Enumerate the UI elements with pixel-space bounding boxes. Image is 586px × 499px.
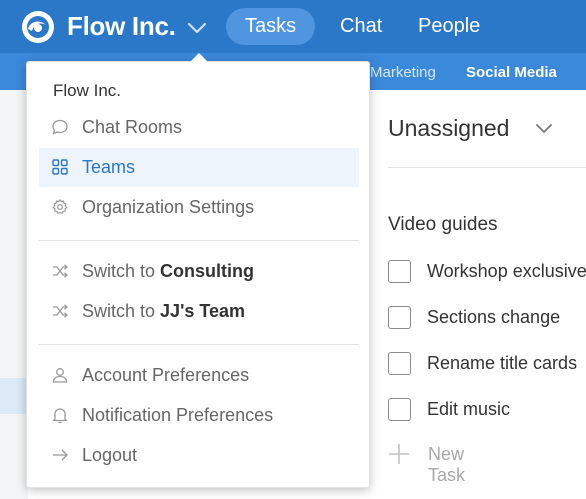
bell-icon: [52, 408, 68, 424]
task-checkbox[interactable]: [388, 260, 411, 283]
org-dropdown-menu: Flow Inc. Chat Rooms Teams Organization …: [26, 61, 370, 488]
chat-bubble-icon: [52, 119, 68, 135]
task-item[interactable]: Sections change: [388, 306, 586, 330]
shuffle-icon: [53, 304, 68, 318]
sidebar: [0, 90, 28, 499]
switch-target: JJ's Team: [160, 301, 246, 321]
tab-tasks[interactable]: Tasks: [226, 8, 316, 45]
task-item[interactable]: Edit music: [388, 398, 586, 422]
sidebar-selected-item[interactable]: [0, 378, 28, 414]
column-title[interactable]: Unassigned: [388, 115, 509, 142]
menu-item-label: Switch to JJ's Team: [82, 301, 245, 322]
switch-prefix: Switch to: [82, 301, 156, 321]
gear-icon: [52, 199, 68, 214]
user-icon: [52, 368, 68, 383]
menu-item-notification-preferences[interactable]: Notification Preferences: [39, 396, 359, 435]
dropdown-org-name: Flow Inc.: [53, 81, 122, 100]
menu-item-label: Chat Rooms: [82, 117, 183, 137]
menu-item-label: Notification Preferences: [82, 405, 274, 425]
task-label[interactable]: Rename title cards: [427, 353, 577, 374]
menu-item-label: Switch to Consulting: [82, 261, 254, 282]
top-bar: Flow Inc. Tasks Chat People: [0, 0, 586, 53]
menu-item-label: Teams: [82, 157, 136, 177]
chevron-down-icon[interactable]: [535, 123, 553, 135]
org-switcher-label[interactable]: Flow Inc.: [67, 11, 176, 42]
menu-item-label: Organization Settings: [82, 197, 255, 217]
task-item[interactable]: Workshop exclusive: [388, 260, 586, 284]
menu-item-label: Account Preferences: [82, 365, 250, 385]
task-checkbox[interactable]: [388, 306, 411, 329]
switch-target: Consulting: [160, 261, 255, 281]
plus-icon: [389, 444, 409, 464]
section-title[interactable]: Video guides: [388, 214, 498, 236]
flow-logo-icon[interactable]: [20, 9, 56, 45]
shuffle-icon: [53, 264, 68, 278]
task-checkbox[interactable]: [388, 352, 411, 375]
menu-item-chat-rooms[interactable]: Chat Rooms: [39, 108, 359, 147]
menu-divider: [39, 240, 359, 241]
team-tab-marketing[interactable]: Marketing: [370, 64, 436, 81]
new-task-label: New Task: [428, 444, 466, 485]
arrow-right-icon: [53, 449, 68, 461]
team-tab-social-media[interactable]: Social Media: [466, 64, 557, 81]
menu-item-logout[interactable]: Logout: [39, 436, 359, 475]
switch-prefix: Switch to: [82, 261, 156, 281]
grid-icon: [52, 159, 68, 175]
menu-item-teams[interactable]: Teams: [39, 148, 359, 187]
task-label[interactable]: Sections change: [427, 307, 560, 328]
menu-item-account-preferences[interactable]: Account Preferences: [39, 356, 359, 395]
menu-item-label: Logout: [82, 445, 138, 465]
task-checkbox[interactable]: [388, 398, 411, 421]
chevron-down-icon[interactable]: [186, 20, 208, 36]
tab-chat[interactable]: Chat: [340, 8, 382, 45]
tab-people[interactable]: People: [418, 8, 480, 45]
task-label[interactable]: Workshop exclusive: [427, 261, 586, 282]
menu-item-switch-jjs-team[interactable]: Switch to JJ's Team: [39, 292, 359, 331]
dropdown-caret: [190, 53, 208, 62]
task-item[interactable]: Rename title cards: [388, 352, 586, 376]
menu-item-switch-consulting[interactable]: Switch to Consulting: [39, 252, 359, 291]
menu-divider: [39, 344, 359, 345]
column-divider: [388, 167, 586, 168]
task-label[interactable]: Edit music: [427, 399, 510, 420]
menu-item-organization-settings[interactable]: Organization Settings: [39, 188, 359, 227]
